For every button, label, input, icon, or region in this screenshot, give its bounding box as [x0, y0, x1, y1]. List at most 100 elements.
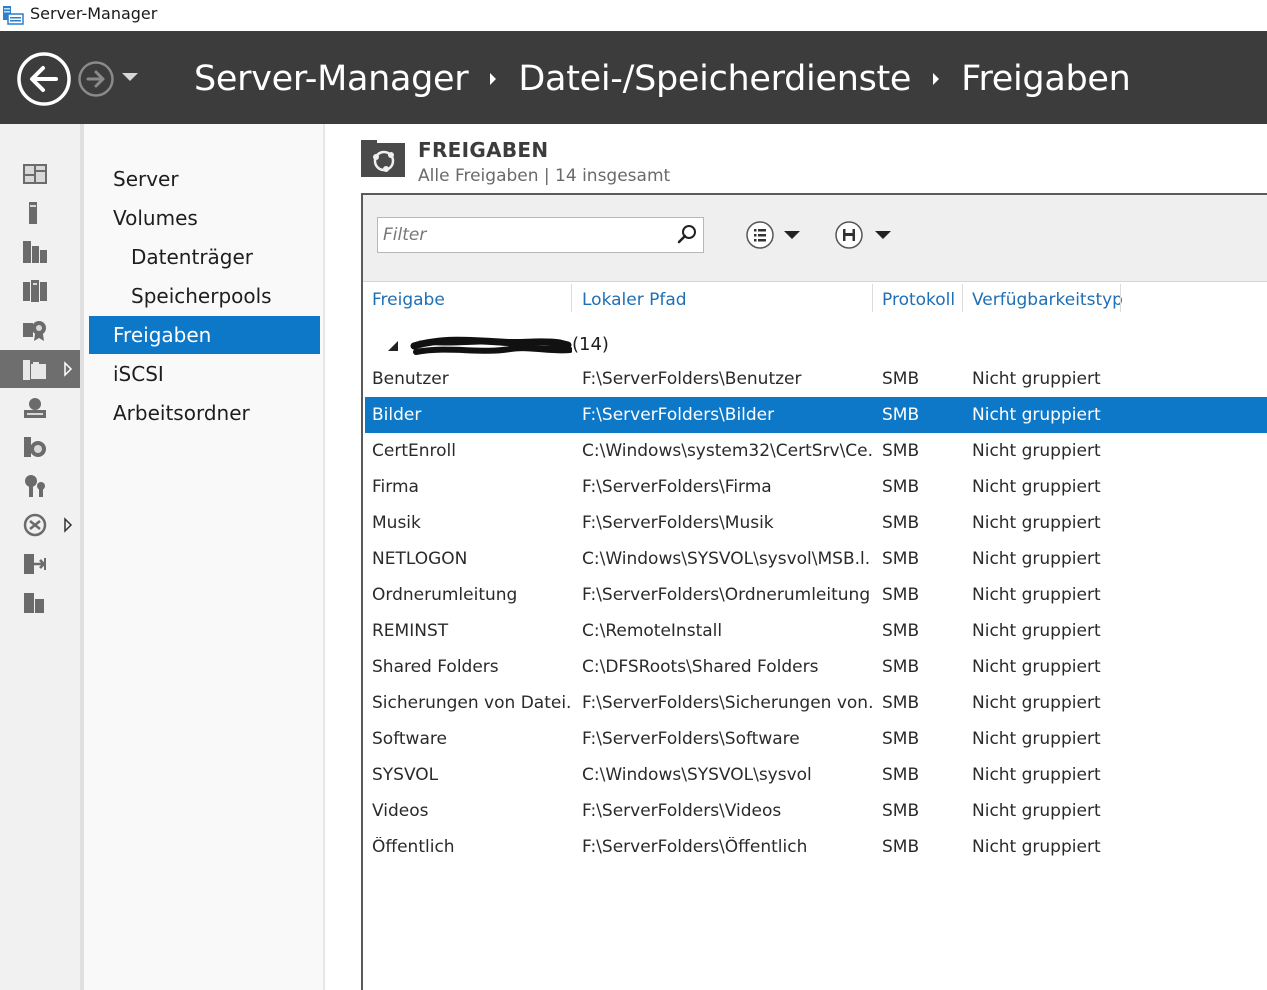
rail-all-servers[interactable] [0, 233, 80, 271]
collapse-group-icon[interactable] [386, 340, 400, 352]
protocol-cell: SMB [882, 549, 920, 569]
table-row[interactable]: SYSVOL C:\Windows\SYSVOL\sysvol SMB Nicht g… [365, 757, 1267, 793]
table-row[interactable]: Videos F:\ServerFolders\Videos SMB Nicht gr… [365, 793, 1267, 829]
nav-item-volumes[interactable]: Volumes [89, 199, 320, 237]
window-title: Server-Manager [30, 4, 158, 23]
table-row[interactable]: Musik F:\ServerFolders\Musik SMB Nicht grup… [365, 505, 1267, 541]
local-path-cell: F:\ServerFolders\Videos [582, 801, 782, 821]
protocol-cell: SMB [882, 477, 920, 497]
column-separator[interactable] [872, 284, 873, 312]
wsus-icon [24, 593, 44, 613]
column-separator[interactable] [962, 284, 963, 312]
share-name-cell: REMINST [372, 621, 449, 641]
nav-item-speicherpools[interactable]: Speicherpools [89, 277, 320, 315]
local-path-cell: F:\ServerFolders\Benutzer [582, 369, 802, 389]
table-row[interactable]: Shared Folders C:\DFSRoots\Shared Folders… [365, 649, 1267, 685]
table-row[interactable]: Sicherungen von Datei... F:\ServerFolders… [365, 685, 1267, 721]
shares-section-icon [361, 140, 405, 177]
rail-dashboard[interactable] [0, 155, 80, 193]
rail-local-server[interactable] [0, 194, 80, 232]
availability-cell: Nicht gruppiert [972, 441, 1101, 461]
protocol-cell: SMB [882, 765, 920, 785]
local-path-cell: C:\Windows\SYSVOL\sysvol\MSB.l... [582, 549, 872, 569]
rail-dns[interactable] [0, 428, 80, 466]
protocol-cell: SMB [882, 693, 920, 713]
save-query-button[interactable] [833, 218, 893, 252]
availability-cell: Nicht gruppiert [972, 729, 1101, 749]
rail-iis[interactable] [0, 467, 80, 505]
column-separator[interactable] [1120, 284, 1121, 312]
protocol-cell: SMB [882, 513, 920, 533]
rail-dhcp[interactable] [0, 389, 80, 427]
availability-cell: Nicht gruppiert [972, 477, 1101, 497]
protocol-cell: SMB [882, 621, 920, 641]
availability-cell: Nicht gruppiert [972, 621, 1101, 641]
protocol-cell: SMB [882, 441, 920, 461]
section-subtitle: Alle Freigaben | 14 insgesamt [418, 166, 671, 186]
rail-ad-cs[interactable] [0, 311, 80, 349]
share-name-cell: Ordnerumleitung [372, 585, 518, 605]
column-header-availability[interactable]: Verfügbarkeitstyp [972, 286, 1123, 314]
table-row[interactable]: NETLOGON C:\Windows\SYSVOL\sysvol\MSB.l..… [365, 541, 1267, 577]
search-icon[interactable] [676, 223, 698, 245]
breadcrumb-shares[interactable]: Freigaben [961, 59, 1131, 99]
nav-item-server[interactable]: Server [89, 160, 320, 198]
table-row[interactable]: Öffentlich F:\ServerFolders\Öffentlich SMB… [365, 829, 1267, 865]
share-name-cell: Software [372, 729, 447, 749]
protocol-cell: SMB [882, 837, 920, 857]
rail-wsus[interactable] [0, 584, 80, 622]
availability-cell: Nicht gruppiert [972, 801, 1101, 821]
file-storage-icon [23, 360, 46, 380]
breadcrumb-file-storage[interactable]: Datei-/Speicherdienste [518, 59, 911, 99]
local-path-cell: C:\Windows\SYSVOL\sysvol [582, 765, 812, 785]
expand-arrow-icon[interactable] [63, 361, 73, 377]
server-manager-app-icon [3, 6, 24, 25]
table-row[interactable]: Benutzer F:\ServerFolders\Benutzer SMB Nich… [365, 361, 1267, 397]
remote-access-icon [24, 554, 46, 574]
nav-item-iscsi[interactable]: iSCSI [89, 355, 320, 393]
header-bar: Server-Manager Datei-/Speicherdienste Fr… [0, 31, 1267, 124]
column-separator[interactable] [571, 284, 572, 312]
local-path-cell: F:\ServerFolders\Ordnerumleitung [582, 585, 871, 605]
rail-file-storage[interactable] [0, 350, 80, 388]
breadcrumb-server-manager[interactable]: Server-Manager [194, 59, 469, 99]
table-row[interactable]: CertEnroll C:\Windows\system32\CertSrv\Ce… [365, 433, 1267, 469]
history-dropdown-icon[interactable] [121, 71, 139, 83]
share-name-cell: NETLOGON [372, 549, 468, 569]
table-row[interactable]: REMINST C:\RemoteInstall SMB Nicht gruppier… [365, 613, 1267, 649]
section-title: FREIGABEN [418, 138, 549, 162]
nav-item-datenträger[interactable]: Datenträger [89, 238, 320, 276]
dashboard-icon [23, 164, 47, 184]
dhcp-icon [24, 398, 46, 418]
expand-arrow-icon[interactable] [63, 517, 73, 533]
table-row[interactable]: Bilder F:\ServerFolders\Bilder SMB Nicht gr… [365, 397, 1267, 433]
nav-item-freigaben[interactable]: Freigaben [89, 316, 320, 354]
local-path-cell: C:\DFSRoots\Shared Folders [582, 657, 819, 677]
back-arrow-icon[interactable] [16, 51, 72, 107]
column-header-protocol[interactable]: Protokoll [882, 286, 955, 314]
group-count-label[interactable]: (14) [572, 334, 609, 355]
table-row[interactable]: Software F:\ServerFolders\Software SMB Nich… [365, 721, 1267, 757]
share-name-cell: Bilder [372, 405, 422, 425]
forward-arrow-icon[interactable] [77, 60, 115, 98]
dns-icon [24, 437, 46, 457]
protocol-cell: SMB [882, 729, 920, 749]
list-options-button[interactable] [744, 218, 804, 252]
ad-ds-icon [23, 280, 47, 302]
all-servers-icon [23, 241, 47, 263]
shares-table-body: Benutzer F:\ServerFolders\Benutzer SMB Nich… [365, 361, 1267, 865]
availability-cell: Nicht gruppiert [972, 513, 1101, 533]
filter-input[interactable] [383, 222, 668, 248]
table-row[interactable]: Ordnerumleitung F:\ServerFolders\Ordnerum… [365, 577, 1267, 613]
rail-ad-ds[interactable] [0, 272, 80, 310]
column-header-share[interactable]: Freigabe [372, 286, 445, 314]
rail-nap[interactable] [0, 506, 80, 544]
local-path-cell: C:\RemoteInstall [582, 621, 723, 641]
table-row[interactable]: Firma F:\ServerFolders\Firma SMB Nicht grup… [365, 469, 1267, 505]
rail-remote-access[interactable] [0, 545, 80, 583]
redacted-server-name [410, 336, 572, 355]
column-header-local-path[interactable]: Lokaler Pfad [582, 286, 687, 314]
nav-item-arbeitsordner[interactable]: Arbeitsordner [89, 394, 320, 432]
local-path-cell: F:\ServerFolders\Software [582, 729, 800, 749]
local-path-cell: F:\ServerFolders\Firma [582, 477, 772, 497]
